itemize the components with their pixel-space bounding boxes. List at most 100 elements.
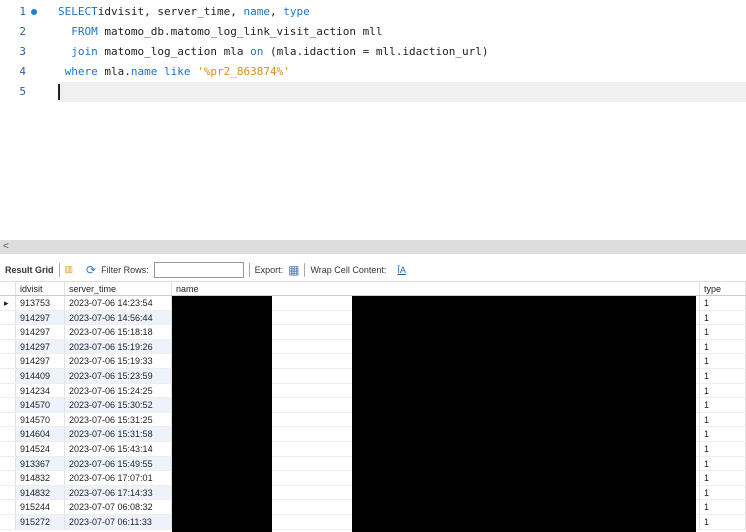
code-token: SELECT xyxy=(58,5,98,18)
row-indicator xyxy=(0,310,16,325)
cell-idvisit[interactable]: 914297 xyxy=(16,354,65,368)
row-indicator xyxy=(0,441,16,456)
cell-server-time[interactable]: 2023-07-06 17:14:33 xyxy=(65,485,172,500)
cell-type[interactable]: 1 xyxy=(700,471,746,485)
cell-server-time[interactable]: 2023-07-06 15:49:55 xyxy=(65,456,172,471)
cell-server-time[interactable]: 2023-07-07 06:08:32 xyxy=(65,500,172,514)
code-line[interactable]: SELECTidvisit, server_time, name, type xyxy=(0,2,746,22)
code-token: on xyxy=(250,45,264,58)
code-line[interactable]: join matomo_log_action mla on (mla.idact… xyxy=(0,42,746,62)
row-indicator xyxy=(0,368,16,383)
scroll-left-icon[interactable]: < xyxy=(3,240,9,254)
cell-idvisit[interactable]: 914297 xyxy=(16,310,65,325)
cell-type[interactable]: 1 xyxy=(700,296,746,310)
cell-type[interactable]: 1 xyxy=(700,427,746,441)
cell-type[interactable]: 1 xyxy=(700,500,746,514)
cell-idvisit[interactable]: 914570 xyxy=(16,412,65,427)
cell-server-time[interactable]: 2023-07-06 15:43:14 xyxy=(65,441,172,456)
code-line[interactable] xyxy=(0,82,746,102)
row-indicator xyxy=(0,427,16,441)
row-indicator xyxy=(0,456,16,471)
cell-type[interactable]: 1 xyxy=(700,412,746,427)
wrap-cell-icon[interactable]: ĪA xyxy=(397,265,406,275)
filter-rows-label: Filter Rows: xyxy=(101,264,149,275)
code-token: join xyxy=(71,45,98,58)
cell-idvisit[interactable]: 913367 xyxy=(16,456,65,471)
code-token: type xyxy=(283,5,310,18)
sql-editor[interactable]: 1 SELECTidvisit, server_time, name, type 2… xyxy=(0,0,746,240)
row-indicator xyxy=(0,485,16,500)
horizontal-scrollbar[interactable]: < xyxy=(0,240,746,254)
cell-server-time[interactable]: 2023-07-06 17:07:01 xyxy=(65,471,172,485)
export-icon[interactable]: ▦ xyxy=(288,263,299,277)
row-indicator xyxy=(0,383,16,398)
cell-server-time[interactable]: 2023-07-06 15:19:33 xyxy=(65,354,172,368)
code-token: where xyxy=(58,65,98,78)
text-caret xyxy=(58,84,60,100)
cell-server-time[interactable]: 2023-07-06 15:24:25 xyxy=(65,383,172,398)
redacted-block xyxy=(172,296,272,532)
cell-server-time[interactable]: 2023-07-06 15:18:18 xyxy=(65,325,172,339)
cell-idvisit[interactable]: 914297 xyxy=(16,325,65,339)
export-label: Export: xyxy=(254,264,284,275)
code-token: mla. xyxy=(97,65,131,78)
cell-idvisit[interactable]: 914234 xyxy=(16,383,65,398)
cell-idvisit[interactable]: 914604 xyxy=(16,427,65,441)
cell-idvisit[interactable]: 914832 xyxy=(16,471,65,485)
code-token: name xyxy=(130,65,158,78)
code-token: , xyxy=(269,5,284,18)
cell-idvisit[interactable]: 914570 xyxy=(16,398,65,412)
row-indicator xyxy=(0,339,16,354)
cell-idvisit[interactable]: 914409 xyxy=(16,368,65,383)
result-toolbar: Result Grid ▥ ⟳ Filter Rows: Export: ▦ W… xyxy=(0,258,746,282)
cell-server-time[interactable]: 2023-07-06 15:31:58 xyxy=(65,427,172,441)
row-indicator xyxy=(0,354,16,368)
code-token: '%pr2_863874%' xyxy=(197,65,290,78)
cell-type[interactable]: 1 xyxy=(700,441,746,456)
cell-idvisit[interactable]: 914832 xyxy=(16,485,65,500)
cell-idvisit[interactable]: 915272 xyxy=(16,514,65,529)
code-token: like xyxy=(157,65,191,78)
column-header-name[interactable]: name xyxy=(172,282,700,295)
cell-server-time[interactable]: 2023-07-06 15:31:25 xyxy=(65,412,172,427)
cell-type[interactable]: 1 xyxy=(700,354,746,368)
divider xyxy=(248,262,250,277)
cell-type[interactable]: 1 xyxy=(700,398,746,412)
cell-server-time[interactable]: 2023-07-06 14:23:54 xyxy=(65,296,172,310)
column-header-server-time[interactable]: server_time xyxy=(65,282,172,295)
cell-type[interactable]: 1 xyxy=(700,456,746,471)
row-indicator xyxy=(0,325,16,339)
row-indicator xyxy=(0,398,16,412)
cell-idvisit[interactable]: 914524 xyxy=(16,441,65,456)
cell-type[interactable]: 1 xyxy=(700,485,746,500)
row-indicator xyxy=(0,412,16,427)
cell-idvisit[interactable]: 914297 xyxy=(16,339,65,354)
cell-server-time[interactable]: 2023-07-06 15:30:52 xyxy=(65,398,172,412)
cell-type[interactable]: 1 xyxy=(700,325,746,339)
cell-idvisit[interactable]: 915244 xyxy=(16,500,65,514)
cell-server-time[interactable]: 2023-07-06 15:19:26 xyxy=(65,339,172,354)
cell-type[interactable]: 1 xyxy=(700,368,746,383)
cell-type[interactable]: 1 xyxy=(700,310,746,325)
result-grid-label: Result Grid xyxy=(5,264,54,275)
cell-idvisit[interactable]: 913753 xyxy=(16,296,65,310)
code-token: matomo_log_action mla xyxy=(97,45,251,58)
code-token: FROM xyxy=(71,25,98,38)
code-line[interactable]: where mla.name like '%pr2_863874%' xyxy=(0,62,746,82)
divider xyxy=(58,262,60,277)
grid-layout-icon[interactable]: ▥ xyxy=(65,264,74,275)
cell-server-time[interactable]: 2023-07-07 06:11:33 xyxy=(65,514,172,529)
cell-server-time[interactable]: 2023-07-06 15:23:59 xyxy=(65,368,172,383)
column-header-idvisit[interactable]: idvisit xyxy=(16,282,65,295)
cell-type[interactable]: 1 xyxy=(700,383,746,398)
column-header-type[interactable]: type xyxy=(700,282,746,295)
cell-type[interactable]: 1 xyxy=(700,339,746,354)
filter-rows-input[interactable] xyxy=(153,261,244,278)
refresh-icon[interactable]: ⟳ xyxy=(86,263,96,277)
code-line[interactable]: FROM matomo_db.matomo_log_link_visit_act… xyxy=(0,22,746,42)
cell-type[interactable]: 1 xyxy=(700,514,746,529)
cell-server-time[interactable]: 2023-07-06 14:56:44 xyxy=(65,310,172,325)
grid-header: idvisit server_time name type xyxy=(0,282,746,296)
